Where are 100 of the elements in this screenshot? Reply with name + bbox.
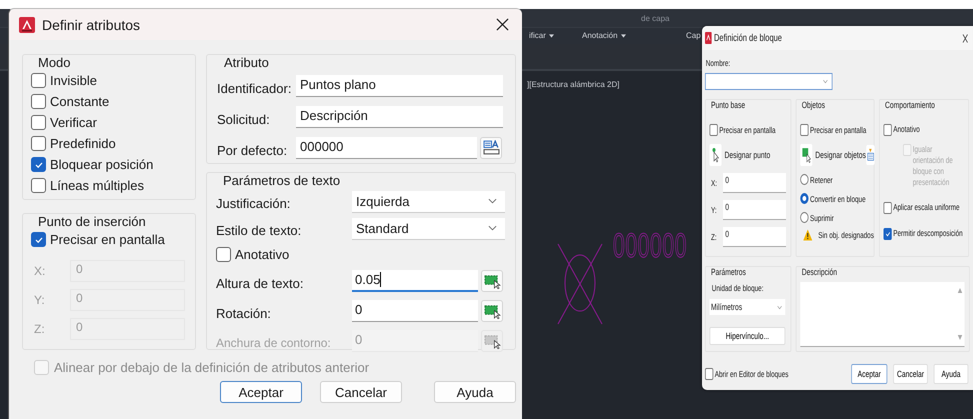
group-title: Objetos: [800, 100, 827, 110]
pick-button[interactable]: [481, 300, 503, 322]
coordinate-field[interactable]: 0: [723, 227, 786, 247]
checkbox[interactable]: [31, 73, 46, 88]
dialog-button[interactable]: Cancelar: [893, 364, 928, 384]
radio-button[interactable]: [800, 193, 808, 204]
checkbox-label[interactable]: Precisar en pantalla: [50, 232, 165, 247]
checkbox[interactable]: [884, 228, 892, 240]
checkbox[interactable]: [31, 178, 46, 193]
ribbon-panel-title[interactable]: ificar: [529, 31, 554, 40]
check-icon: [884, 230, 891, 238]
field-label: Anchura de contorno:: [216, 335, 332, 350]
text-field[interactable]: 0.05: [352, 270, 478, 292]
field-label: Por defecto:: [217, 142, 288, 158]
insert-field-button[interactable]: [480, 136, 502, 158]
close-icon[interactable]: [962, 32, 968, 44]
app-icon: [705, 31, 712, 45]
cursor-icon: [800, 144, 812, 166]
radio-label[interactable]: Convertir en bloque: [810, 194, 866, 204]
checkbox[interactable]: [31, 157, 46, 172]
checkbox-label[interactable]: Abrir en Editor de bloques: [714, 369, 788, 379]
warning-icon: [803, 229, 812, 241]
checkbox[interactable]: [31, 115, 46, 130]
checkbox-label[interactable]: Anotativo: [235, 246, 290, 262]
list-icon: [866, 148, 874, 162]
caret-icon: [488, 198, 497, 204]
checkbox[interactable]: [31, 136, 46, 151]
checkbox-label[interactable]: Invisible: [50, 73, 97, 88]
field-label: Unidad de bloque:: [712, 283, 764, 293]
checkbox-label[interactable]: Líneas múltiples: [50, 178, 144, 193]
coordinate-field[interactable]: 0: [723, 173, 786, 193]
drawing-text: 000000: [613, 226, 688, 266]
caret-icon[interactable]: [548, 34, 554, 38]
pick-icon: [484, 304, 500, 318]
pick-point-button[interactable]: Designar punto: [710, 144, 787, 166]
group-title: Punto base: [710, 100, 747, 110]
coordinate-label: X:: [33, 264, 46, 278]
unit-dropdown[interactable]: Milímetros: [710, 299, 786, 315]
checkbox[interactable]: [31, 232, 46, 247]
group-title: Descripción: [800, 267, 839, 277]
pick-icon: [484, 274, 500, 288]
checkbox-label[interactable]: Constante: [50, 94, 110, 109]
field-label: Solicitud:: [217, 111, 271, 127]
dialog-button[interactable]: Ayuda: [934, 364, 968, 384]
checkbox-label[interactable]: Aplicar escala uniforme: [893, 202, 960, 212]
radio-button[interactable]: [800, 212, 808, 223]
ribbon-panel-title[interactable]: Cap: [686, 31, 701, 40]
text-field[interactable]: 000000: [296, 136, 477, 158]
window-title: Definir atributos: [42, 16, 142, 32]
close-icon[interactable]: [496, 18, 509, 31]
dropdown[interactable]: Izquierda: [352, 190, 505, 212]
field-label: Identificador:: [217, 80, 292, 96]
text-field[interactable]: 0: [352, 300, 478, 322]
radio-button[interactable]: [800, 174, 808, 185]
dialog-button[interactable]: Aceptar: [220, 381, 302, 403]
checkbox-label[interactable]: Permitir descomposición: [893, 228, 963, 238]
checkbox[interactable]: [216, 246, 231, 262]
checkbox[interactable]: [884, 124, 892, 136]
name-dropdown[interactable]: [705, 73, 832, 90]
coordinate-label: X:: [710, 178, 718, 188]
checkbox-label[interactable]: Predefinido: [50, 136, 116, 151]
dropdown[interactable]: Standard: [352, 218, 505, 240]
group-title: Comportamiento: [884, 100, 936, 110]
quick-select-button[interactable]: [866, 145, 874, 165]
checkbox-label[interactable]: Precisar en pantalla: [719, 125, 776, 135]
checkbox-label[interactable]: Anotativo: [893, 124, 920, 134]
field-label: Estilo de texto:: [216, 222, 302, 238]
checkbox[interactable]: [800, 124, 808, 136]
app-icon: [19, 16, 35, 32]
coordinate-label: Y:: [710, 205, 718, 215]
ribbon-label: de capa: [641, 14, 670, 23]
checkbox-label[interactable]: Precisar en pantalla: [810, 125, 866, 135]
radio-label[interactable]: Retener: [810, 174, 833, 184]
field-label: Rotación:: [216, 304, 272, 320]
checkbox[interactable]: [710, 124, 718, 136]
coordinate-label: Z:: [710, 232, 718, 242]
dialog-button[interactable]: Aceptar: [851, 364, 888, 384]
checkbox-label[interactable]: Verificar: [50, 115, 97, 130]
viewport-label[interactable]: ][Estructura alámbrica 2D]: [527, 80, 620, 89]
checkbox[interactable]: [31, 94, 46, 109]
pick-button[interactable]: [481, 330, 503, 352]
caret-icon[interactable]: [620, 34, 626, 38]
warning-text: Sin obj. designados: [818, 230, 874, 240]
coordinate-field[interactable]: 0: [723, 200, 786, 220]
radio-label[interactable]: Suprimir: [810, 212, 834, 222]
text-field[interactable]: Descripción: [296, 106, 503, 128]
coordinate-label: Y:: [33, 292, 46, 306]
select-objects-button[interactable]: Designar objetos: [800, 144, 866, 166]
dialog-button[interactable]: Cancelar: [320, 381, 402, 403]
ribbon-panel-title[interactable]: Anotación: [582, 31, 626, 40]
text-field[interactable]: Puntos plano: [296, 74, 503, 96]
checkbox-label[interactable]: Bloquear posición: [50, 157, 154, 172]
field-label: Altura de texto:: [216, 274, 304, 290]
hyperlink-button[interactable]: Hipervínculo...: [710, 327, 786, 345]
window-title: Definición de bloque: [714, 32, 783, 44]
checkbox[interactable]: [884, 202, 892, 214]
checkbox[interactable]: [705, 368, 714, 380]
dialog-button[interactable]: Ayuda: [434, 381, 516, 403]
pick-button[interactable]: [481, 270, 503, 292]
group-title: Parámetros: [710, 267, 748, 277]
